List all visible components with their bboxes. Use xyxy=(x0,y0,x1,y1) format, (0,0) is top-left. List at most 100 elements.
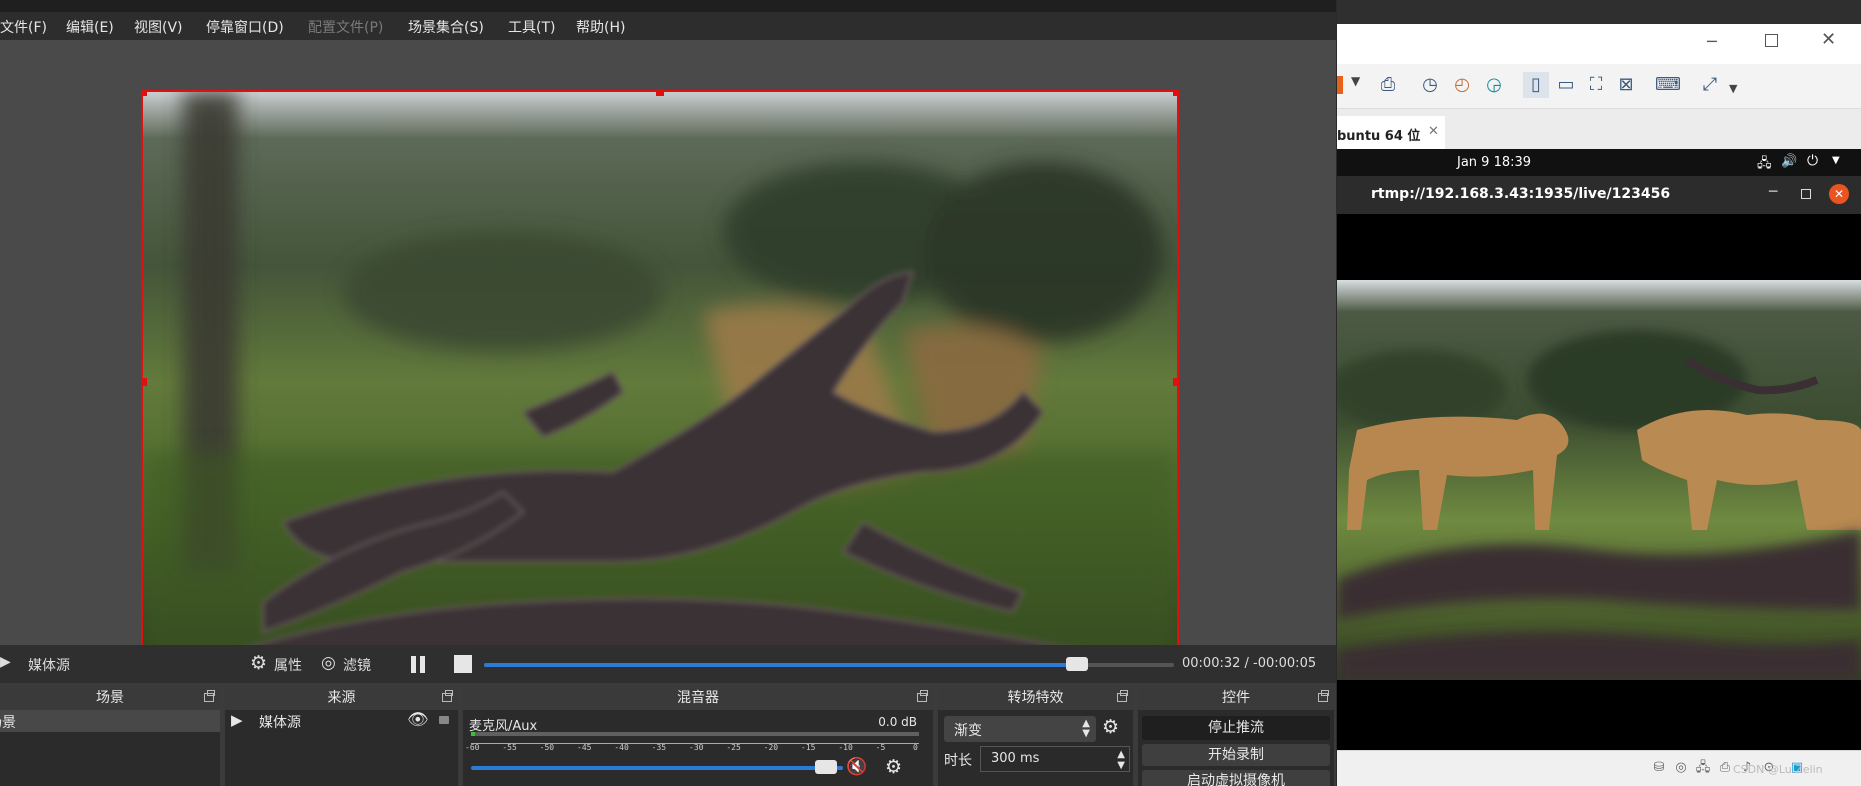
play-small-icon[interactable]: ▶ xyxy=(0,654,11,670)
media-source-name: 媒体源 xyxy=(28,658,70,674)
stretch-icon[interactable]: ⤢ xyxy=(1697,72,1723,98)
close-icon[interactable]: ✕ xyxy=(1821,29,1836,50)
duration-value: 300 ms xyxy=(991,751,1040,766)
scene-item-label: 场景 xyxy=(0,715,16,731)
sources-undock-icon[interactable] xyxy=(442,690,453,702)
revert-snapshot-icon[interactable]: ◴ xyxy=(1449,72,1475,98)
resize-handle-t[interactable] xyxy=(656,92,664,96)
eye-icon[interactable]: 👁 xyxy=(407,710,429,730)
properties-button[interactable]: 属性 xyxy=(274,655,302,675)
meter-scale-label: -30 xyxy=(689,743,704,752)
scene-item[interactable]: 场景 xyxy=(0,710,220,732)
tab-close-icon[interactable]: ✕ xyxy=(1428,124,1439,139)
meter-scale-label: 0 xyxy=(913,743,918,752)
stretch-dropdown-icon[interactable]: ▼ xyxy=(1729,82,1737,95)
source-item[interactable]: ▶ 媒体源 👁 xyxy=(225,710,458,732)
full-screen-icon[interactable]: ⛶ xyxy=(1583,72,1609,98)
minimize-icon[interactable]: ─ xyxy=(1707,32,1717,51)
start-recording-button[interactable]: 开始录制 xyxy=(1142,744,1330,766)
vm-tab-ubuntu[interactable]: buntu 64 位 ✕ xyxy=(1337,116,1445,149)
controls-dock: 控件 停止推流 开始录制 启动虚拟摄像机 xyxy=(1138,686,1334,786)
volume-meter xyxy=(471,732,919,736)
cd-icon[interactable]: ◎ xyxy=(1673,760,1689,776)
player-maximize-icon[interactable] xyxy=(1801,189,1811,199)
mute-icon[interactable]: 🔇 xyxy=(846,757,867,777)
snapshot-icon[interactable]: ◷ xyxy=(1417,72,1443,98)
volume-slider-handle[interactable] xyxy=(815,760,837,774)
console-icon[interactable]: ⌨ xyxy=(1655,72,1681,98)
media-source-play-icon: ▶ xyxy=(231,711,243,729)
menu-help[interactable]: 帮助(H) xyxy=(576,17,625,37)
snapshot-manager-icon[interactable]: ◶ xyxy=(1481,72,1507,98)
power-icon[interactable]: ⏻ xyxy=(1807,153,1818,169)
spin-arrows-icon[interactable]: ▲ ▼ xyxy=(1117,749,1125,771)
vm-toolbar: ▼ ⎙ ◷ ◴ ◶ ▯ ▭ ⛶ ⊠ ⌨ ⤢ ▼ xyxy=(1337,64,1861,109)
pause-icon-bar-right xyxy=(420,656,425,673)
savanna-scene-image xyxy=(143,92,1177,672)
thumbnail-bar-icon[interactable]: ▭ xyxy=(1553,72,1579,98)
mixer-gear-icon[interactable]: ⚙ xyxy=(885,756,902,778)
dropdown-arrow-icon[interactable]: ▼ xyxy=(1351,74,1360,88)
meter-scale: -60 -55 -50 -45 -40 -35 -30 -25 -20 -15 -10 -5 0 xyxy=(465,743,925,753)
vm-tab-bar: buntu 64 位 ✕ xyxy=(1337,109,1861,149)
transition-select[interactable]: 渐变 ▲ ▼ xyxy=(944,716,1096,742)
meter-scale-label: -20 xyxy=(763,743,779,752)
audio-mixer-dock: 混音器 麦克风/Aux 0.0 dB -60 -55 -50 -45 -40 -35 -30… xyxy=(463,686,933,786)
meter-scale-label: -45 xyxy=(577,743,592,752)
menu-edit[interactable]: 编辑(E) xyxy=(66,17,114,37)
player-minimize-icon[interactable]: ─ xyxy=(1769,184,1777,200)
resize-handle-tl[interactable] xyxy=(143,92,147,96)
resize-handle-r[interactable] xyxy=(1173,378,1177,386)
obs-title-strip xyxy=(0,0,1336,12)
system-menu-arrow-icon[interactable]: ▼ xyxy=(1832,155,1840,166)
lock-icon[interactable] xyxy=(439,716,449,724)
power-orange-icon[interactable] xyxy=(1337,76,1343,94)
filters-button[interactable]: 滤镜 xyxy=(343,655,371,675)
filter-icon[interactable]: ◎ xyxy=(321,653,336,673)
mixer-dock-title: 混音器 xyxy=(463,686,933,710)
menu-tools[interactable]: 工具(T) xyxy=(508,17,555,37)
transitions-undock-icon[interactable] xyxy=(1117,690,1128,702)
mixer-undock-icon[interactable] xyxy=(917,690,928,702)
pause-button[interactable] xyxy=(408,654,428,674)
vm-tab-label: buntu 64 位 xyxy=(1337,129,1421,144)
network-adapter-icon[interactable]: 🖧 xyxy=(1695,760,1711,776)
source-item-label: 媒体源 xyxy=(259,715,301,731)
transitions-dock: 转场特效 渐变 ▲ ▼ ⚙ 时长 300 ms ▲ ▼ xyxy=(938,686,1133,786)
menu-view[interactable]: 视图(V) xyxy=(134,17,183,37)
menu-docks[interactable]: 停靠窗口(D) xyxy=(206,17,284,37)
network-icon[interactable]: 🖧 xyxy=(1757,154,1772,176)
volume-icon[interactable]: 🔊 xyxy=(1781,154,1797,169)
maximize-icon[interactable] xyxy=(1765,34,1778,47)
resize-handle-l[interactable] xyxy=(143,378,147,386)
resize-handle-tr[interactable] xyxy=(1173,92,1177,96)
menu-scene-collection[interactable]: 场景集合(S) xyxy=(408,17,484,37)
library-icon[interactable]: ▯ xyxy=(1523,72,1549,98)
stop-streaming-button[interactable]: 停止推流 xyxy=(1142,716,1330,740)
menu-file[interactable]: 文件(F) xyxy=(0,17,47,37)
duration-input[interactable]: 300 ms ▲ ▼ xyxy=(980,746,1130,772)
controls-undock-icon[interactable] xyxy=(1318,690,1329,702)
start-virtual-camera-button[interactable]: 启动虚拟摄像机 xyxy=(1142,770,1330,786)
sources-dock: 来源 ▶ 媒体源 👁 xyxy=(225,686,458,786)
preview-canvas[interactable] xyxy=(141,90,1179,674)
watermark-text: CSDN @Lu Zelin xyxy=(1733,763,1823,776)
transition-gear-icon[interactable]: ⚙ xyxy=(1102,716,1119,738)
player-close-icon[interactable]: ✕ xyxy=(1829,184,1849,204)
stop-button[interactable] xyxy=(454,655,472,673)
scenes-undock-icon[interactable] xyxy=(204,690,215,702)
vm-titlebar: ─ ✕ xyxy=(1337,24,1861,64)
preview-area xyxy=(0,40,1336,674)
hdd-icon[interactable]: ⛁ xyxy=(1651,760,1667,776)
volume-slider-track[interactable] xyxy=(471,766,843,770)
meter-scale-label: -5 xyxy=(875,743,886,752)
send-keys-icon[interactable]: ⎙ xyxy=(1375,72,1401,98)
ubuntu-clock[interactable]: Jan 9 18:39 xyxy=(1457,155,1531,170)
pause-icon-bar-left xyxy=(411,656,416,673)
vm-status-bar: ⛁ ◎ 🖧 ⎙ ♪ ⊙ ▣ CSDN @Lu Zelin xyxy=(1337,750,1861,786)
obs-window: 文件(F) 编辑(E) 视图(V) 停靠窗口(D) 配置文件(P) 场景集合(S… xyxy=(0,0,1336,786)
printer-icon[interactable]: ⎙ xyxy=(1717,760,1733,776)
gear-icon[interactable]: ⚙ xyxy=(250,652,267,674)
seek-handle[interactable] xyxy=(1066,657,1088,671)
unity-icon[interactable]: ⊠ xyxy=(1613,72,1639,98)
